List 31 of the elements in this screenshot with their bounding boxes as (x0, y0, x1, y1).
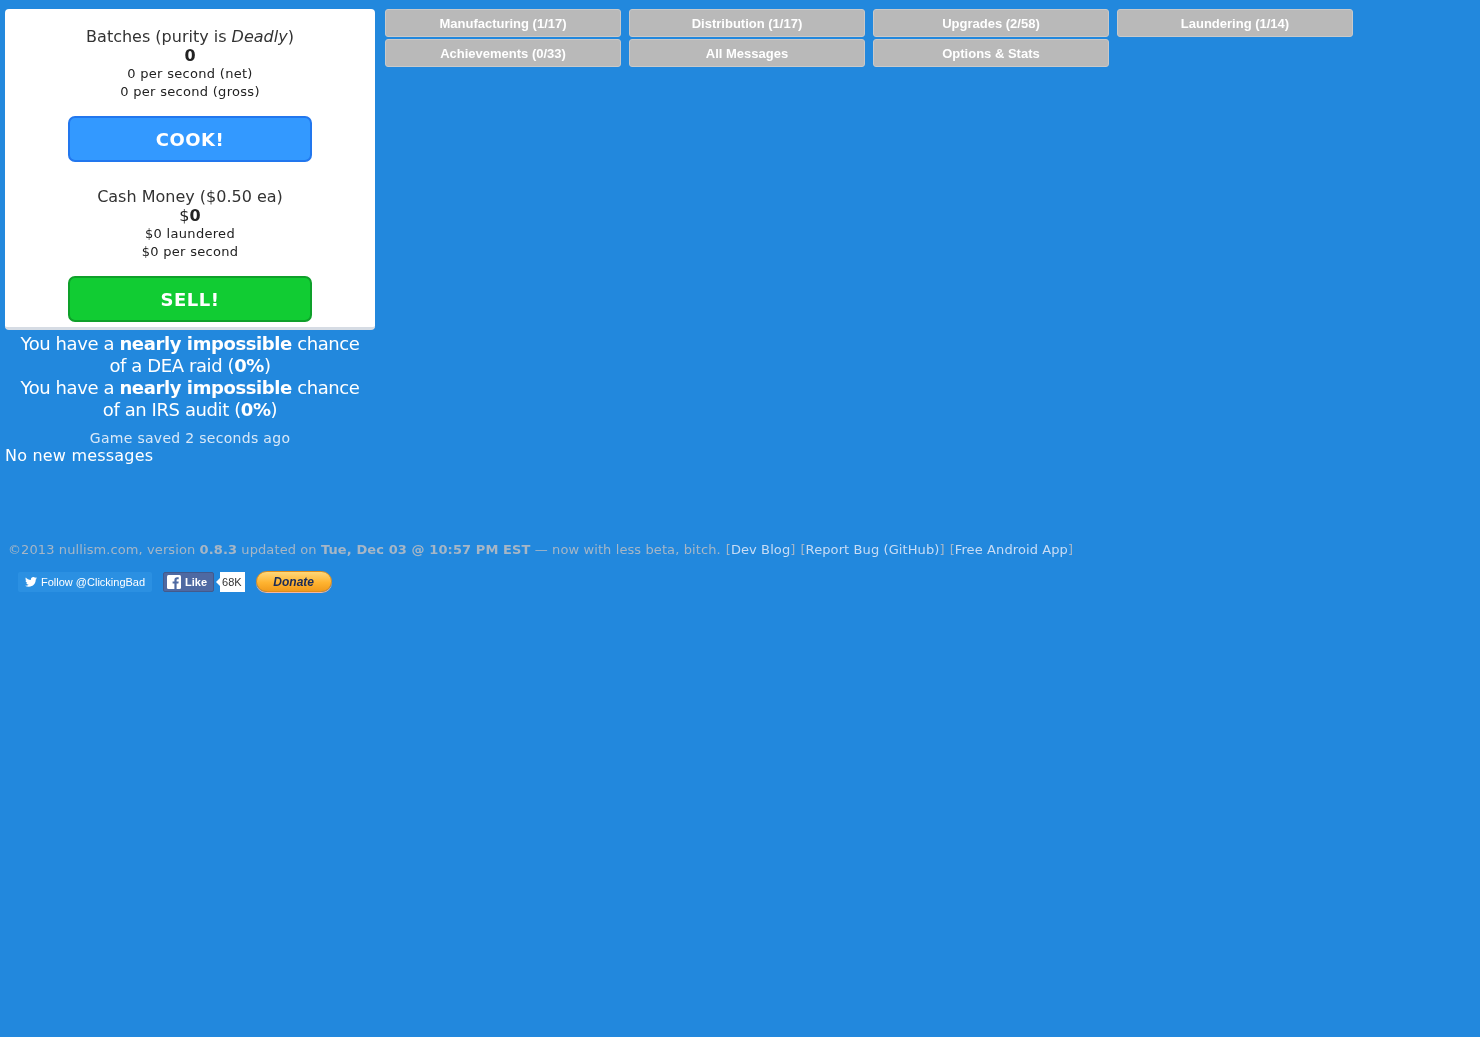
tab-button[interactable]: Achievements (0/33) (385, 39, 621, 67)
tab-button[interactable]: Options & Stats (873, 39, 1109, 67)
batch-count: 0 (184, 47, 196, 65)
footer-text: ©2013 nullism.com, version 0.8.3 updated on Tue, Dec 03 @ 10:57 PM EST — now with less beta, bitch. (8, 541, 721, 559)
cook-button[interactable]: COOK! (68, 116, 312, 162)
footer-link[interactable]: [Report Bug (GitHub)] (800, 541, 945, 559)
rate-text: $0 laundered (145, 225, 235, 243)
tab-button[interactable]: All Messages (629, 39, 865, 67)
donate-button[interactable]: Donate (255, 571, 332, 592)
tab-button[interactable]: Laundering (1/14) (1117, 9, 1353, 37)
risk-text: You have a nearly impossible chance of an IRS audit (0%) (19, 377, 361, 421)
like-button[interactable]: Like (163, 571, 215, 592)
resource-title: Cash Money ($0.50 ea) (97, 187, 283, 207)
rate-text: 0 per second (gross) (120, 83, 260, 101)
follow-button[interactable]: Follow @ClickingBad (18, 571, 153, 592)
tab-button[interactable]: Manufacturing (1/17) (385, 9, 621, 37)
footer-link[interactable]: [Dev Blog] (725, 541, 796, 559)
footer-link[interactable]: [Free Android App] (949, 541, 1074, 559)
rate-text: 0 per second (net) (127, 65, 253, 83)
messages-text: No new messages (5, 447, 155, 465)
save-status: Game saved 2 seconds ago (88, 429, 292, 447)
rate-text: $0 per second (141, 243, 239, 261)
resource-title: Batches (purity is Deadly) (86, 27, 294, 47)
sell-button[interactable]: SELL! (68, 276, 312, 322)
tab-button[interactable]: Upgrades (2/58) (873, 9, 1109, 37)
like-count: 68K (215, 571, 245, 592)
bird-icon (25, 576, 37, 587)
f-logo-icon (167, 574, 182, 589)
cash-amount: $0 (179, 207, 201, 225)
tab-button[interactable]: Distribution (1/17) (629, 9, 865, 37)
risk-text: You have a nearly impossible chance of a DEA raid (0%) (19, 333, 361, 377)
